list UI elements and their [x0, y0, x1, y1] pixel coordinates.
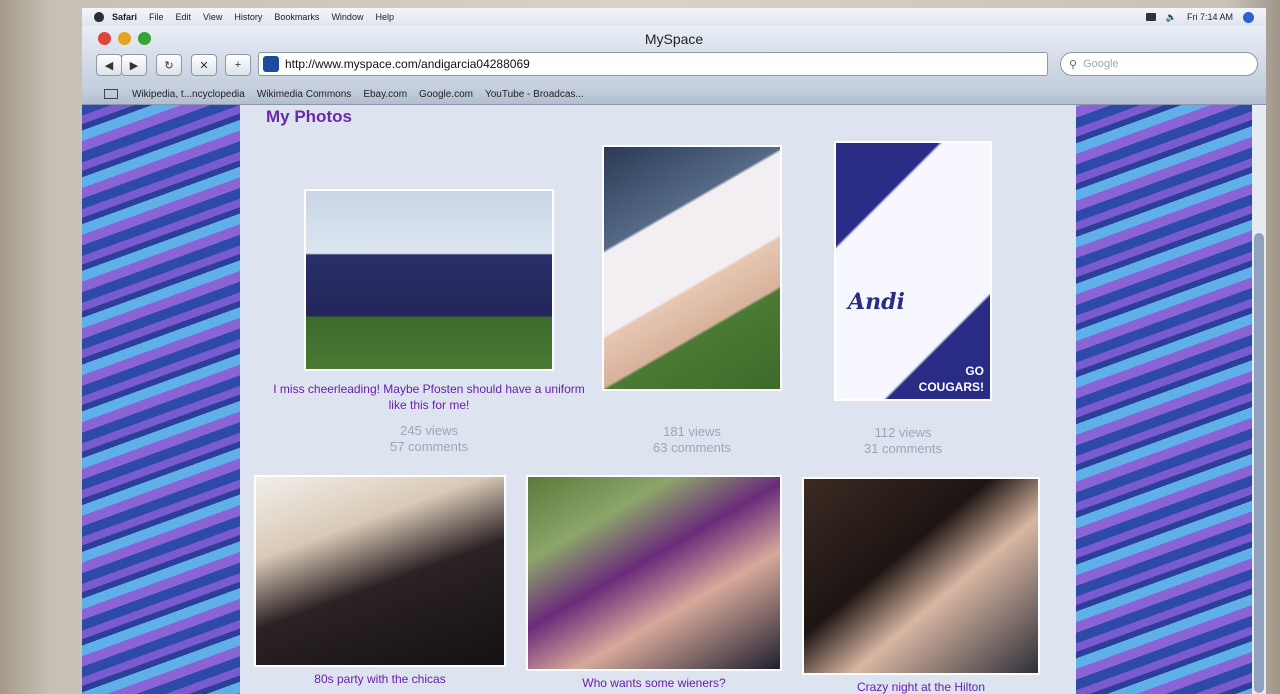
- photo-cheer-jump[interactable]: [602, 145, 782, 391]
- bookmark-wikipedia[interactable]: Wikipedia, t...ncyclopedia: [132, 89, 245, 100]
- back-icon: ◀: [104, 59, 114, 72]
- photo-stats-1: 245 views 57 comments: [354, 423, 504, 455]
- comments-count: 31 comments: [863, 441, 943, 456]
- photo-caption[interactable]: Crazy night at the Hilton: [764, 679, 1076, 694]
- photo-overlay-go: GO COUGARS!: [919, 363, 984, 395]
- add-bookmark-button[interactable]: +: [225, 54, 251, 76]
- photo-hilton[interactable]: Crazy night at the Hilton: [802, 477, 1040, 694]
- page-content: My Photos I miss cheerleading! Maybe Pfo…: [82, 105, 1266, 694]
- window-title: MySpace: [644, 31, 704, 47]
- comments-count: 63 comments: [652, 440, 732, 455]
- search-placeholder[interactable]: Google: [1083, 58, 1118, 70]
- menu-history[interactable]: History: [234, 12, 262, 22]
- bookmarks-book-icon[interactable]: [104, 89, 118, 99]
- titlebar: MySpace ◀ ▶ ↻ ✕ + http://www.myspace.com…: [82, 26, 1266, 84]
- url-text[interactable]: http://www.myspace.com/andigarcia0428806…: [285, 57, 530, 71]
- stop-icon: ✕: [199, 59, 209, 72]
- reload-button[interactable]: ↻: [156, 54, 182, 76]
- photo-overlay-name: Andi: [848, 289, 905, 315]
- photo-andi-cougars[interactable]: Andi GO COUGARS!: [834, 141, 992, 401]
- menu-safari[interactable]: Safari: [112, 12, 137, 22]
- bookmark-ebay[interactable]: Ebay.com: [363, 89, 407, 100]
- display-icon[interactable]: [1145, 13, 1156, 21]
- menu-window[interactable]: Window: [331, 12, 363, 22]
- menu-edit[interactable]: Edit: [176, 12, 192, 22]
- apple-icon[interactable]: [94, 12, 104, 22]
- scrollbar-thumb[interactable]: [1254, 233, 1264, 693]
- views-count: 245 views: [400, 423, 458, 438]
- myspace-favicon-icon: [263, 56, 279, 72]
- spotlight-icon[interactable]: [1243, 11, 1254, 23]
- address-bar[interactable]: http://www.myspace.com/andigarcia0428806…: [258, 52, 1048, 76]
- photos-panel: My Photos I miss cheerleading! Maybe Pfo…: [240, 105, 1076, 694]
- overlay-team-text: COUGARS!: [918, 380, 984, 394]
- photo-wieners[interactable]: Who wants some wieners?: [526, 475, 782, 690]
- search-icon: ⚲: [1069, 58, 1078, 71]
- photo-80s-party[interactable]: 80s party with the chicas: [254, 475, 506, 686]
- forward-button[interactable]: ▶: [121, 54, 147, 76]
- menu-bookmarks[interactable]: Bookmarks: [274, 12, 319, 22]
- photo-caption[interactable]: I miss cheerleading! Maybe Pfosten shoul…: [266, 381, 592, 413]
- photo-cheerleaders[interactable]: I miss cheerleading! Maybe Pfosten shoul…: [273, 189, 585, 412]
- views-count: 112 views: [874, 425, 932, 440]
- screen: Safari File Edit View History Bookmarks …: [82, 8, 1266, 694]
- photo-stats-2: 181 views 63 comments: [617, 424, 767, 456]
- menu-file[interactable]: File: [149, 12, 164, 22]
- clock[interactable]: Fri 7:14 AM: [1187, 12, 1233, 22]
- photo-stats-3: 112 views 31 comments: [828, 425, 978, 457]
- forward-icon: ▶: [129, 59, 139, 72]
- volume-icon[interactable]: 🔈: [1166, 12, 1177, 23]
- vertical-scrollbar[interactable]: [1252, 105, 1266, 694]
- stop-button[interactable]: ✕: [191, 54, 217, 76]
- menu-help[interactable]: Help: [375, 12, 394, 22]
- bookmarks-bar: Wikipedia, t...ncyclopedia Wikimedia Com…: [82, 84, 1266, 105]
- views-count: 181 views: [663, 424, 721, 439]
- overlay-go-text: GO: [965, 364, 984, 378]
- reload-icon: ↻: [164, 59, 174, 72]
- section-title: My Photos: [266, 107, 352, 126]
- menubar: Safari File Edit View History Bookmarks …: [82, 8, 1266, 26]
- bookmark-youtube[interactable]: YouTube - Broadcas...: [485, 89, 584, 100]
- add-bookmark-icon: +: [234, 59, 242, 71]
- bookmark-wikimedia[interactable]: Wikimedia Commons: [257, 89, 351, 100]
- comments-count: 57 comments: [389, 439, 469, 454]
- menubar-status: 🔈 Fri 7:14 AM: [1145, 8, 1254, 26]
- search-field[interactable]: ⚲ Google: [1060, 52, 1258, 76]
- menu-view[interactable]: View: [203, 12, 222, 22]
- back-button[interactable]: ◀: [96, 54, 122, 76]
- bookmark-google[interactable]: Google.com: [419, 89, 473, 100]
